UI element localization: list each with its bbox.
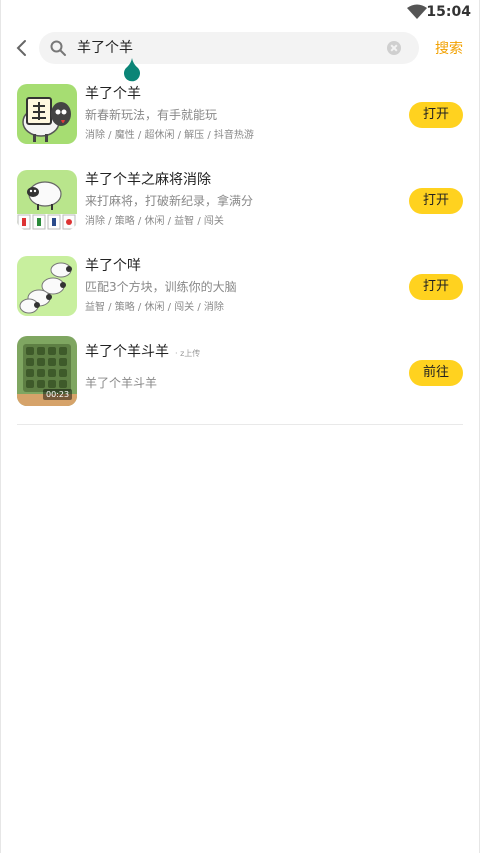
status-bar: 15:04 — [1, 0, 479, 24]
result-subtitle: 匹配3个方块，训练你的大脑 — [85, 280, 237, 294]
search-input[interactable]: 羊了个羊 — [77, 38, 133, 58]
video-thumbnail: 00:23 — [17, 336, 77, 406]
result-info: 羊了个羊斗羊 · z上传 羊了个羊斗羊 — [85, 342, 373, 392]
uploader-label: · z上传 — [175, 349, 201, 358]
result-item[interactable]: 羊了个羊之麻将消除 来打麻将，打破新纪录，拿满分 消除 / 策略 / 休闲 / … — [17, 164, 463, 250]
result-tags: 消除 / 魔性 / 超休闲 / 解压 / 抖音热游 — [85, 130, 254, 141]
result-item[interactable]: 羊了个咩 匹配3个方块，训练你的大脑 益智 / 策略 / 休闲 / 闯关 / 消… — [17, 250, 463, 336]
goto-button[interactable]: 前往 — [409, 360, 463, 386]
result-subtitle: 羊了个羊斗羊 — [85, 376, 158, 390]
search-bar: 羊了个羊 搜索 — [1, 30, 479, 66]
wifi-icon — [407, 4, 427, 19]
result-title: 羊了个咩 — [85, 258, 141, 274]
result-info: 羊了个羊之麻将消除 来打麻将，打破新纪录，拿满分 消除 / 策略 / 休闲 / … — [85, 170, 373, 229]
open-button[interactable]: 打开 — [409, 102, 463, 128]
result-item[interactable]: 00:23 羊了个羊斗羊 · z上传 羊了个羊斗羊 前往 — [17, 336, 463, 422]
divider — [17, 424, 463, 425]
app-icon-yang-le-ge-mie — [17, 256, 77, 316]
result-tags: 消除 / 策略 / 休闲 / 益智 / 闯关 — [85, 216, 224, 227]
back-arrow-icon[interactable] — [11, 37, 33, 59]
result-title: 羊了个羊斗羊 · z上传 — [85, 342, 373, 364]
video-duration: 00:23 — [43, 389, 73, 400]
result-info: 羊了个咩 匹配3个方块，训练你的大脑 益智 / 策略 / 休闲 / 闯关 / 消… — [85, 256, 373, 315]
status-time: 15:04 — [426, 4, 471, 20]
result-tags: 益智 / 策略 / 休闲 / 闯关 / 消除 — [85, 302, 224, 313]
open-button[interactable]: 打开 — [409, 188, 463, 214]
open-button[interactable]: 打开 — [409, 274, 463, 300]
result-subtitle: 来打麻将，打破新纪录，拿满分 — [85, 194, 254, 208]
result-item[interactable]: 羊了个羊 新春新玩法，有手就能玩 消除 / 魔性 / 超休闲 / 解压 / 抖音… — [17, 78, 463, 164]
app-icon-mahjong — [17, 170, 77, 230]
clear-icon[interactable] — [387, 41, 401, 55]
search-field[interactable]: 羊了个羊 — [39, 32, 419, 64]
result-title-text: 羊了个羊斗羊 — [85, 344, 169, 360]
result-title: 羊了个羊之麻将消除 — [85, 172, 211, 188]
result-subtitle: 新春新玩法，有手就能玩 — [85, 108, 218, 122]
result-title: 羊了个羊 — [85, 86, 141, 102]
search-button[interactable]: 搜索 — [435, 38, 463, 58]
result-info: 羊了个羊 新春新玩法，有手就能玩 消除 / 魔性 / 超休闲 / 解压 / 抖音… — [85, 84, 373, 143]
search-results-list: 羊了个羊 新春新玩法，有手就能玩 消除 / 魔性 / 超休闲 / 解压 / 抖音… — [17, 78, 463, 425]
app-icon-yang-le-ge-yang — [17, 84, 77, 144]
search-icon — [50, 40, 66, 56]
